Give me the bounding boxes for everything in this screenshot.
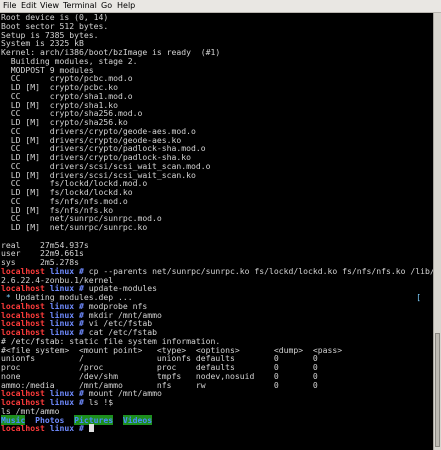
command-text: cp --parents net/sunrpc/sunrpc.ko fs/loc… [88, 265, 433, 276]
terminal-line: * Updating modules.dep ... [ [1, 293, 433, 302]
menu-file[interactable]: File [3, 0, 16, 12]
prompt-host: localhost [1, 423, 45, 434]
menu-help[interactable]: Help [117, 0, 135, 12]
menu-go[interactable]: Go [101, 0, 112, 12]
menu-edit[interactable]: Edit [21, 0, 37, 12]
status-bracket: [ [416, 292, 421, 302]
line-text: LD [M] net/sunrpc/sunrpc.ko [1, 222, 148, 232]
status-marker: * [1, 292, 11, 302]
menu-bar: File Edit View Terminal Go Help [0, 0, 441, 13]
terminal-line: localhost linux # [1, 424, 433, 433]
terminal-line: localhost linux # ls !$ [1, 398, 433, 407]
prompt-dir: linux # [49, 423, 84, 434]
command-text: ls !$ [88, 397, 114, 407]
line-text: Updating modules.dep ... [10, 292, 133, 302]
menu-view[interactable]: View [40, 0, 59, 12]
terminal-output[interactable]: Root device is (0, 14) Boot sector 512 by… [0, 13, 433, 450]
terminal-line: LD [M] net/sunrpc/sunrpc.ko [1, 223, 433, 232]
ls-entry-videos: Videos [122, 414, 153, 425]
scrollbar[interactable] [433, 13, 441, 450]
scrollbar-thumb[interactable] [435, 333, 440, 447]
cursor [88, 424, 94, 433]
menu-terminal[interactable]: Terminal [63, 0, 97, 12]
